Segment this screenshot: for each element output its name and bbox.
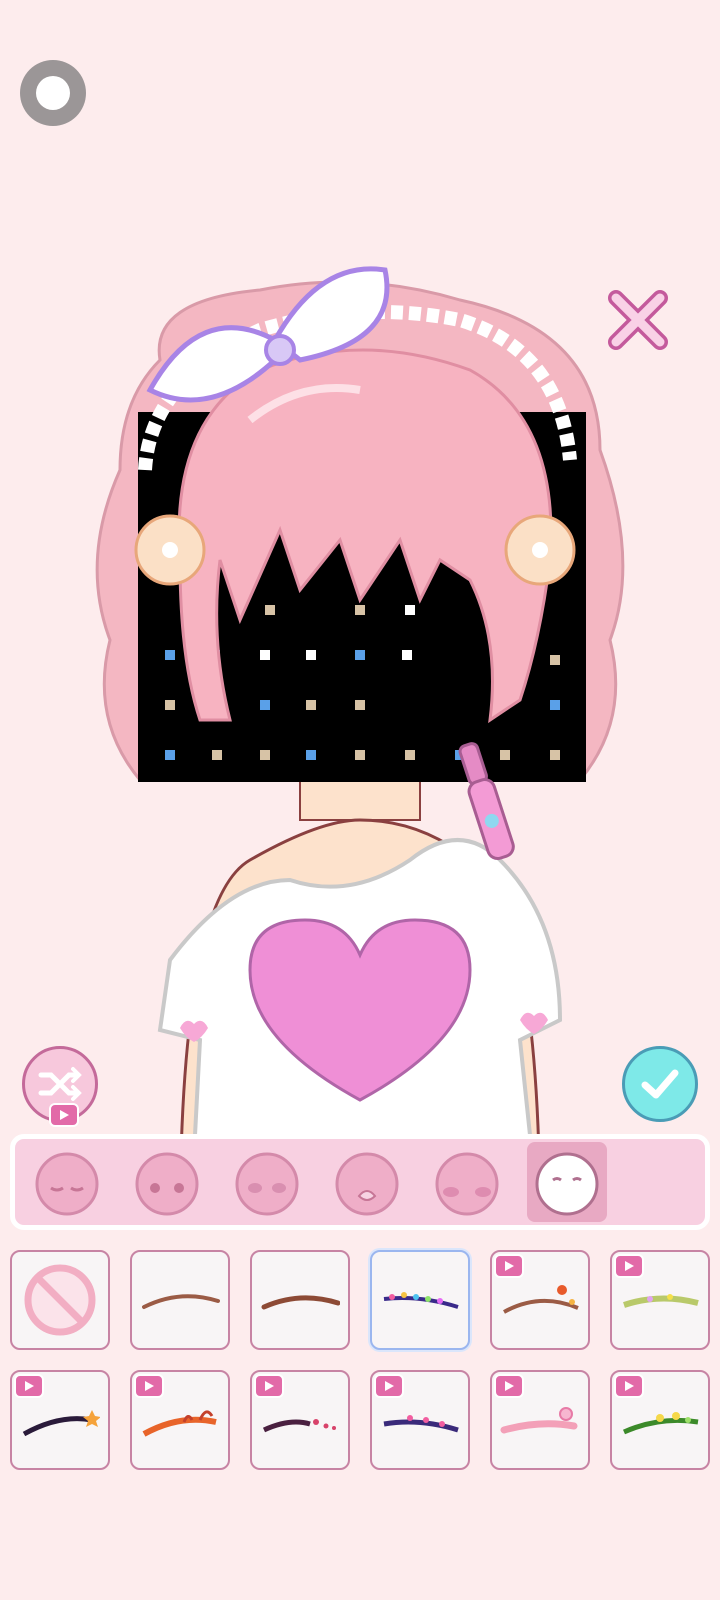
confirm-button[interactable]	[622, 1046, 698, 1122]
face-mouth-icon	[335, 1152, 399, 1216]
video-ad-icon	[614, 1254, 644, 1278]
eyebrow-option-vine[interactable]	[610, 1370, 710, 1470]
face-category-tabs	[10, 1134, 710, 1230]
shuffle-icon	[38, 1067, 82, 1101]
eyebrow-option-brown-thin[interactable]	[130, 1250, 230, 1350]
eyebrow-option-purple-dots[interactable]	[370, 1370, 470, 1470]
eyebrow-brown-icon	[142, 1294, 220, 1309]
flower-right	[504, 514, 576, 586]
video-ad-icon	[49, 1103, 79, 1127]
tab-eyebrows[interactable]	[527, 1142, 607, 1222]
eyebrow-option-green-floral[interactable]	[610, 1250, 710, 1350]
checkmark-icon	[641, 1069, 679, 1099]
eyebrow-star-icon	[22, 1410, 100, 1437]
character-preview	[95, 266, 625, 1230]
flower-left	[134, 514, 206, 586]
video-ad-icon	[14, 1374, 44, 1398]
eyebrow-floral-icon	[623, 1294, 699, 1308]
eyebrow-option-none[interactable]	[10, 1250, 110, 1350]
face-blush-icon	[435, 1152, 499, 1216]
face-eyelids-icon	[235, 1152, 299, 1216]
eyebrow-brown-icon	[261, 1295, 340, 1310]
eyebrow-option-hearts[interactable]	[250, 1370, 350, 1470]
eyebrow-option-flower-brown[interactable]	[490, 1250, 590, 1350]
video-ad-icon	[134, 1374, 164, 1398]
eyebrow-option-black-star[interactable]	[10, 1370, 110, 1470]
no-symbol-icon	[24, 1264, 96, 1336]
eyebrow-vine-icon	[622, 1412, 699, 1435]
eyebrow-flower-icon	[503, 1285, 579, 1314]
tab-blush[interactable]	[427, 1142, 507, 1222]
tab-eyes-closed[interactable]	[27, 1142, 107, 1222]
tab-mouth[interactable]	[327, 1142, 407, 1222]
video-ad-icon	[614, 1374, 644, 1398]
eyebrow-option-rainbow[interactable]	[370, 1250, 470, 1350]
video-ad-icon	[494, 1374, 524, 1398]
eyebrow-hearts-icon	[262, 1419, 336, 1433]
eyebrow-option-orange-flame[interactable]	[130, 1370, 230, 1470]
eyebrow-option-brown-medium[interactable]	[250, 1250, 350, 1350]
eyebrow-option-pink-flower[interactable]	[490, 1370, 590, 1470]
video-ad-icon	[494, 1254, 524, 1278]
video-ad-icon	[374, 1374, 404, 1398]
face-eyebrows-icon	[535, 1152, 599, 1216]
eyebrow-rainbow-icon	[383, 1292, 459, 1309]
face-eyes-closed-icon	[35, 1152, 99, 1216]
tab-eyelids[interactable]	[227, 1142, 307, 1222]
video-ad-icon	[254, 1374, 284, 1398]
eyebrow-options-grid	[10, 1250, 710, 1470]
eyebrow-dots-icon	[383, 1415, 459, 1433]
eyebrow-pink-flower-icon	[500, 1407, 578, 1434]
tab-eyes-dots[interactable]	[127, 1142, 207, 1222]
shuffle-button[interactable]	[22, 1046, 98, 1127]
eyebrow-flame-icon	[142, 1410, 217, 1437]
face-dot-eyes-icon	[135, 1152, 199, 1216]
close-x-icon[interactable]	[606, 288, 670, 352]
